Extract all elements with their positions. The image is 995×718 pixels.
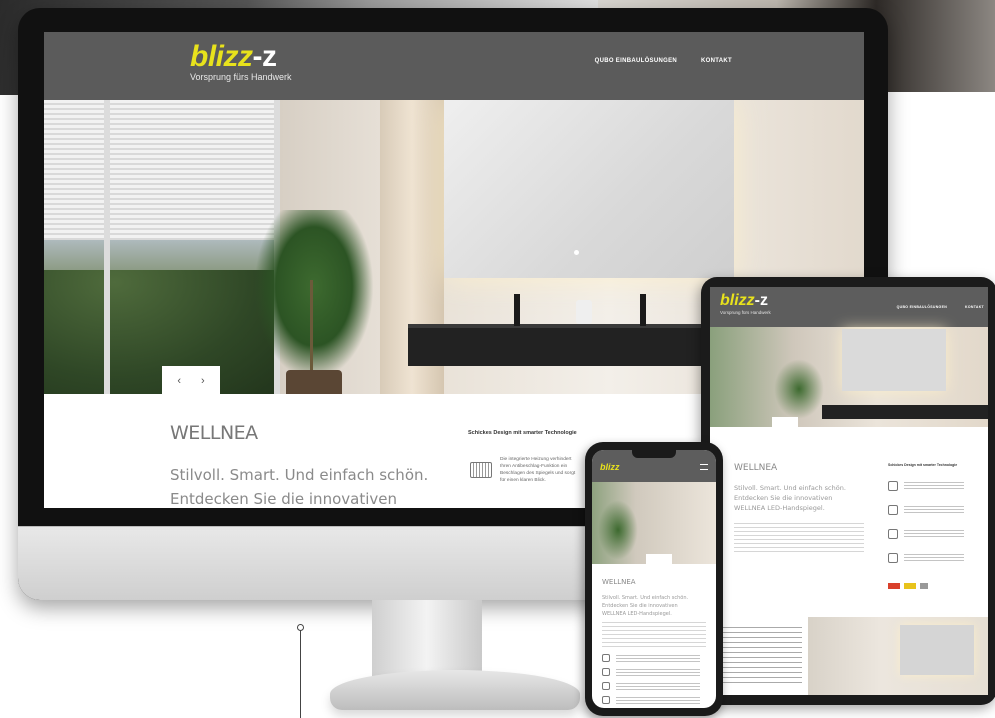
heating-icon — [470, 462, 492, 478]
tablet-slider-controls[interactable] — [772, 417, 798, 429]
slider-prev-button[interactable]: ‹ — [177, 375, 181, 387]
tablet-brand-title: WELLNEA — [734, 463, 778, 473]
tablet-nav-link-qubo[interactable]: QUBO EINBAULÖSUNGEN — [897, 305, 947, 309]
phone-logo[interactable]: blizz — [600, 462, 620, 472]
phone-line-2: Entdecken Sie die innovativen — [602, 603, 678, 609]
monitor-stand-base — [330, 670, 580, 710]
tablet-feature-item — [888, 529, 978, 543]
phone-feature-item — [602, 654, 706, 664]
phone-plant — [598, 500, 638, 560]
tablet-logo-suffix: -z — [754, 292, 768, 309]
tablet-lower-text — [720, 627, 802, 687]
subtitle-line-2: Entdecken Sie die innovativen — [170, 490, 397, 508]
bulb-icon — [888, 529, 898, 539]
phone-brand-title: WELLNEA — [602, 578, 636, 586]
phone-feature-item — [602, 668, 706, 678]
logo[interactable]: blizz-z Vorsprung fürs Handwerk — [190, 40, 292, 83]
site-header: blizz-z Vorsprung fürs Handwerk QUBO EIN… — [44, 32, 864, 100]
mockup-stage: blizz-z Vorsprung fürs Handwerk QUBO EIN… — [0, 0, 995, 718]
tablet-feature-item — [888, 505, 978, 519]
phone-body-text — [602, 622, 706, 648]
shield-icon — [888, 553, 898, 563]
subtitle-line-1: Stilvoll. Smart. Und einfach schön. — [170, 466, 429, 484]
shield-icon — [602, 696, 610, 704]
plant — [254, 210, 374, 380]
faucet — [514, 294, 520, 326]
tablet-screen: blizz-z Vorsprung fürs Handwerk QUBO EIN… — [710, 287, 988, 695]
tablet-plant — [774, 359, 824, 419]
phone-screen: blizz WELLNEA Stilvoll. Smart. Und einfa… — [592, 450, 716, 708]
main-nav: QUBO EINBAULÖSUNGEN KONTAKT — [595, 58, 732, 64]
tablet-body-text — [734, 523, 864, 553]
tablet-lower-mirror — [900, 625, 974, 675]
heating-icon — [602, 654, 610, 662]
window-blinds — [44, 100, 280, 240]
tablet-logo-main: blizz — [720, 292, 755, 309]
window-frame — [104, 100, 110, 394]
tablet-nav: QUBO EINBAULÖSUNGEN KONTAKT — [897, 305, 984, 309]
tablet-line-1: Stilvoll. Smart. Und einfach schön. — [734, 484, 846, 492]
feature-heading: Schickes Design mit smarter Technologie — [468, 430, 577, 436]
nav-link-qubo[interactable]: QUBO EINBAULÖSUNGEN — [595, 58, 677, 64]
hamburger-menu-icon[interactable] — [700, 464, 708, 470]
tablet-certification-badges — [888, 583, 928, 589]
phone-device: blizz WELLNEA Stilvoll. Smart. Und einfa… — [585, 442, 723, 716]
mirror-touch-sensor — [574, 250, 579, 255]
tablet-tagline: Vorsprung fürs Handwerk — [720, 310, 771, 315]
pointer-line — [300, 628, 301, 718]
nav-link-kontakt[interactable]: KONTAKT — [701, 58, 732, 64]
plant-stem — [310, 280, 313, 372]
phone-line-3: WELLNEA LED-Handspiegel. — [602, 611, 672, 617]
led-mirror — [444, 100, 734, 278]
phone-notch — [632, 450, 676, 458]
hand-icon — [888, 505, 898, 515]
brand-title: WELLNEA — [170, 422, 258, 444]
tablet-feature-heading: Schickes Design mit smarter Technologie — [888, 463, 958, 467]
tablet-feature-item — [888, 481, 978, 495]
slider-controls: ‹ › — [162, 366, 220, 394]
pointer-dot — [297, 624, 304, 631]
phone-feature-item — [602, 682, 706, 692]
logo-suffix: -z — [252, 40, 278, 73]
tablet-device: blizz-z Vorsprung fürs Handwerk QUBO EIN… — [701, 277, 995, 705]
faucet — [640, 294, 646, 326]
phone-slider-controls[interactable] — [646, 554, 672, 566]
tablet-mirror — [842, 329, 946, 391]
tablet-nav-link-kontakt[interactable]: KONTAKT — [965, 305, 984, 309]
tablet-line-2: Entdecken Sie die innovativen — [734, 494, 833, 502]
tablet-logo[interactable]: blizz-z — [720, 293, 768, 309]
hand-icon — [602, 668, 610, 676]
slider-next-button[interactable]: › — [201, 375, 205, 387]
tablet-feature-item — [888, 553, 978, 567]
tagline: Vorsprung fürs Handwerk — [190, 72, 292, 82]
tablet-line-3: WELLNEA LED-Handspiegel. — [734, 504, 825, 512]
feature-text: Die integrierte Heizung verhindert Ihren… — [500, 457, 576, 483]
heating-icon — [888, 481, 898, 491]
soap-dispenser — [576, 300, 592, 324]
logo-main: blizz — [190, 40, 253, 73]
bulb-icon — [602, 682, 610, 690]
phone-feature-item — [602, 696, 706, 706]
plant-pot — [286, 370, 342, 394]
tablet-header: blizz-z Vorsprung fürs Handwerk QUBO EIN… — [710, 287, 988, 327]
phone-line-1: Stilvoll. Smart. Und einfach schön. — [602, 595, 689, 601]
tablet-counter — [822, 405, 988, 419]
